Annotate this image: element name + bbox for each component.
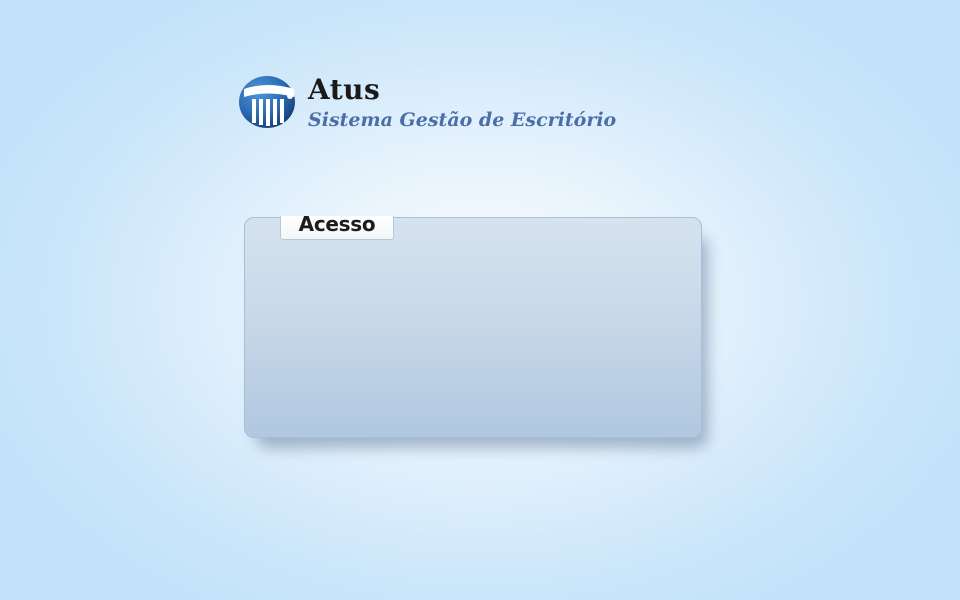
column-pillar-icon bbox=[238, 75, 296, 129]
app-header: Atus Sistema Gestão de Escritório bbox=[238, 73, 638, 137]
tab-label: Acesso bbox=[298, 212, 376, 236]
app-tagline: Sistema Gestão de Escritório bbox=[308, 109, 617, 131]
app-name: Atus bbox=[308, 73, 381, 106]
access-panel bbox=[244, 217, 702, 438]
tab-acesso: Acesso bbox=[280, 212, 394, 240]
